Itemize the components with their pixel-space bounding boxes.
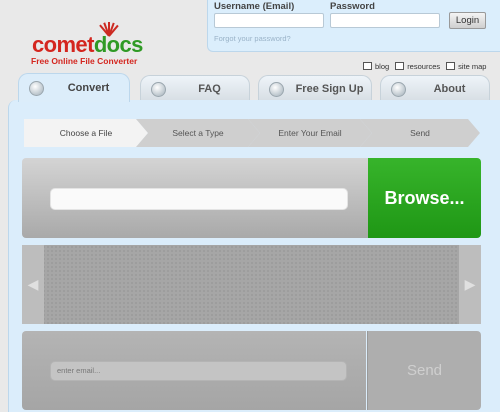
site-map-link-label: site map [458, 61, 487, 71]
tab-convert[interactable]: Convert [18, 73, 130, 102]
resources-link[interactable]: resources [395, 60, 440, 72]
send-button[interactable]: Send [367, 331, 481, 410]
logo-wordmark: cometdocs [32, 32, 143, 58]
tab-free-sign-up[interactable]: Free Sign Up [258, 75, 372, 102]
blog-link-label: blog [375, 61, 390, 71]
logo-word-comet: comet [32, 32, 94, 57]
username-label: Username (Email) [214, 1, 295, 12]
step-progress: Choose a File Select a Type Enter Your E… [24, 119, 480, 147]
sitemap-icon [446, 62, 456, 70]
carousel-left-arrow-icon[interactable]: ◀ [22, 245, 44, 324]
step-enter-email: Enter Your Email [248, 119, 372, 147]
browse-button[interactable]: Browse... [368, 158, 481, 238]
login-button[interactable]: Login [449, 12, 486, 29]
blog-link[interactable]: blog [363, 60, 389, 72]
forgot-password-link[interactable]: Forgot your password? [214, 34, 291, 43]
email-bar: enter email... [22, 331, 366, 410]
signup-icon [269, 81, 284, 97]
tab-about[interactable]: About [380, 75, 490, 102]
login-box: Username (Email) Password Login Forgot y… [207, 0, 500, 52]
monitor-icon [363, 62, 372, 70]
convert-icon [29, 80, 44, 96]
site-map-link[interactable]: site map [446, 60, 486, 72]
carousel-right-arrow-icon[interactable]: ▶ [459, 245, 481, 324]
page-icon [395, 62, 405, 70]
cometdocs-logo[interactable]: cometdocs Free Online File Converter [30, 6, 155, 66]
info-icon [391, 81, 406, 97]
question-icon [151, 81, 166, 97]
step-choose-file: Choose a File [24, 119, 148, 147]
logo-tagline: Free Online File Converter [31, 56, 138, 66]
tab-faq[interactable]: FAQ [140, 75, 250, 102]
password-input[interactable] [330, 13, 440, 28]
password-label: Password [330, 1, 375, 12]
tab-faq-label: FAQ [198, 83, 221, 95]
username-input[interactable] [214, 13, 324, 28]
file-type-carousel: ◀ ▶ [22, 245, 481, 324]
step-select-type: Select a Type [136, 119, 260, 147]
tab-convert-label: Convert [67, 82, 110, 94]
file-upload-bar [22, 158, 368, 238]
tab-free-sign-up-label: Free Sign Up [295, 83, 364, 95]
step-send: Send [360, 119, 480, 147]
resources-link-label: resources [407, 61, 441, 71]
utility-links: blog resources site map [363, 60, 500, 72]
logo-word-docs: docs [93, 32, 144, 57]
email-input[interactable]: enter email... [50, 361, 347, 381]
file-path-input[interactable] [50, 188, 348, 210]
tab-about-label: About [433, 83, 466, 95]
